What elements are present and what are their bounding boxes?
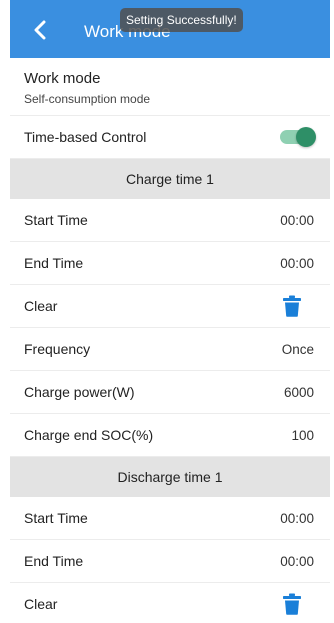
work-mode-value: Self-consumption mode	[24, 92, 151, 106]
charge-clear-row: Clear	[10, 285, 330, 328]
work-mode-title: Work mode	[24, 70, 101, 87]
time-based-control-label: Time-based Control	[24, 129, 147, 145]
charge-power-label: Charge power(W)	[24, 384, 135, 400]
charge-start-time-row[interactable]: Start Time 00:00	[10, 199, 330, 242]
content: Work mode Self-consumption mode Time-bas…	[10, 58, 330, 623]
back-button[interactable]	[24, 14, 56, 46]
discharge-start-time-label: Start Time	[24, 510, 88, 526]
discharge-section-header: Discharge time 1	[10, 457, 330, 497]
time-based-control-toggle[interactable]	[280, 127, 316, 147]
charge-start-time-value: 00:00	[280, 212, 314, 228]
app-header: Work mode Setting Successfully!	[10, 0, 330, 58]
screen: Work mode Setting Successfully! Work mod…	[0, 0, 334, 623]
toast-message: Setting Successfully!	[120, 8, 243, 32]
work-mode-block[interactable]: Work mode Self-consumption mode	[10, 58, 330, 116]
trash-icon[interactable]	[282, 295, 302, 317]
charge-section-header: Charge time 1	[10, 159, 330, 199]
frequency-row[interactable]: Frequency Once	[10, 328, 330, 371]
discharge-start-time-value: 00:00	[280, 510, 314, 526]
charge-end-soc-row[interactable]: Charge end SOC(%) 100	[10, 414, 330, 457]
trash-icon[interactable]	[282, 593, 302, 615]
discharge-clear-label: Clear	[24, 596, 58, 612]
charge-end-time-value: 00:00	[280, 255, 314, 271]
discharge-end-time-row[interactable]: End Time 00:00	[10, 540, 330, 583]
charge-power-value: 6000	[283, 384, 314, 400]
discharge-start-time-row[interactable]: Start Time 00:00	[10, 497, 330, 540]
frequency-value: Once	[281, 341, 314, 357]
frequency-label: Frequency	[24, 341, 91, 357]
charge-end-soc-label: Charge end SOC(%)	[24, 427, 154, 443]
chevron-left-icon	[34, 20, 46, 40]
charge-end-soc-value: 100	[291, 427, 314, 443]
discharge-end-time-value: 00:00	[280, 553, 314, 569]
discharge-end-time-label: End Time	[24, 553, 84, 569]
charge-end-time-row[interactable]: End Time 00:00	[10, 242, 330, 285]
charge-start-time-label: Start Time	[24, 212, 88, 228]
time-based-control-row: Time-based Control	[10, 116, 330, 159]
discharge-clear-row: Clear	[10, 583, 330, 623]
charge-end-time-label: End Time	[24, 255, 84, 271]
charge-clear-label: Clear	[24, 298, 58, 314]
charge-power-row[interactable]: Charge power(W) 6000	[10, 371, 330, 414]
toggle-knob	[296, 127, 316, 147]
